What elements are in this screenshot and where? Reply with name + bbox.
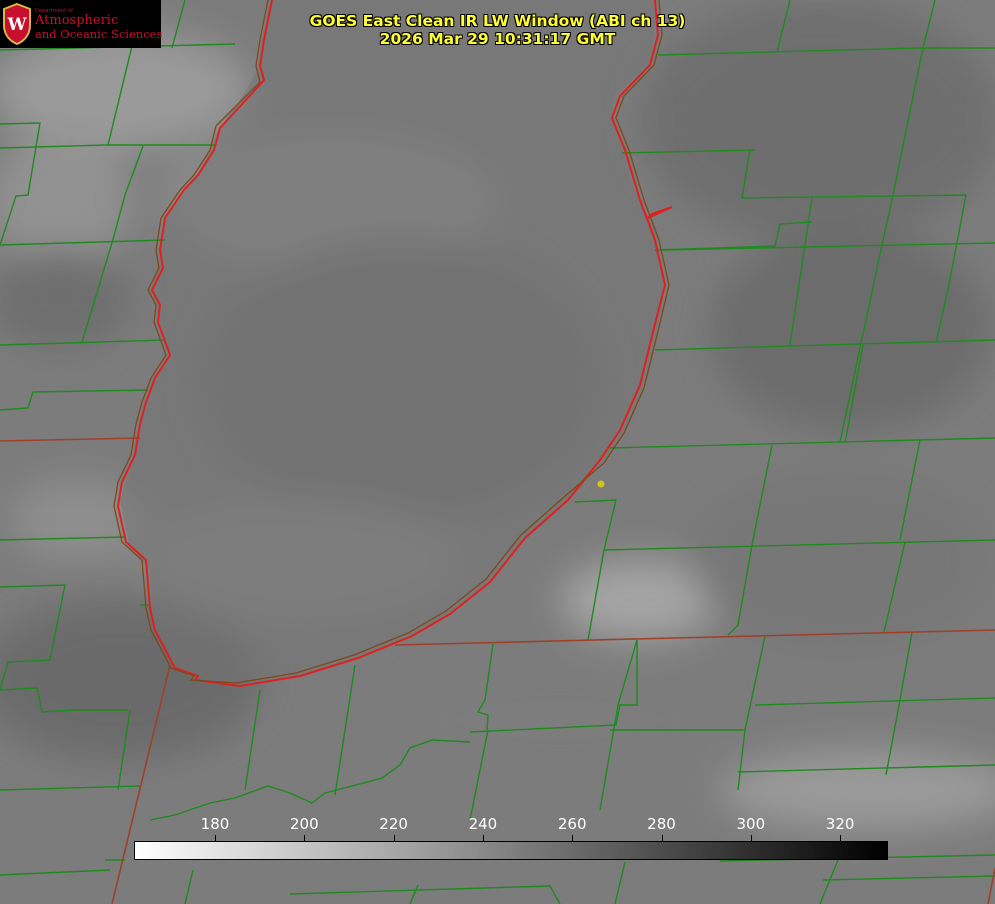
satellite-map <box>0 0 995 904</box>
location-dot-icon <box>597 480 605 488</box>
image-timestamp: 2026 Mar 29 10:31:17 GMT <box>379 30 616 48</box>
image-title: GOES East Clean IR LW Window (ABI ch 13) <box>309 12 686 30</box>
satellite-image-viewer: W Department of Atmospheric and Oceanic … <box>0 0 995 904</box>
